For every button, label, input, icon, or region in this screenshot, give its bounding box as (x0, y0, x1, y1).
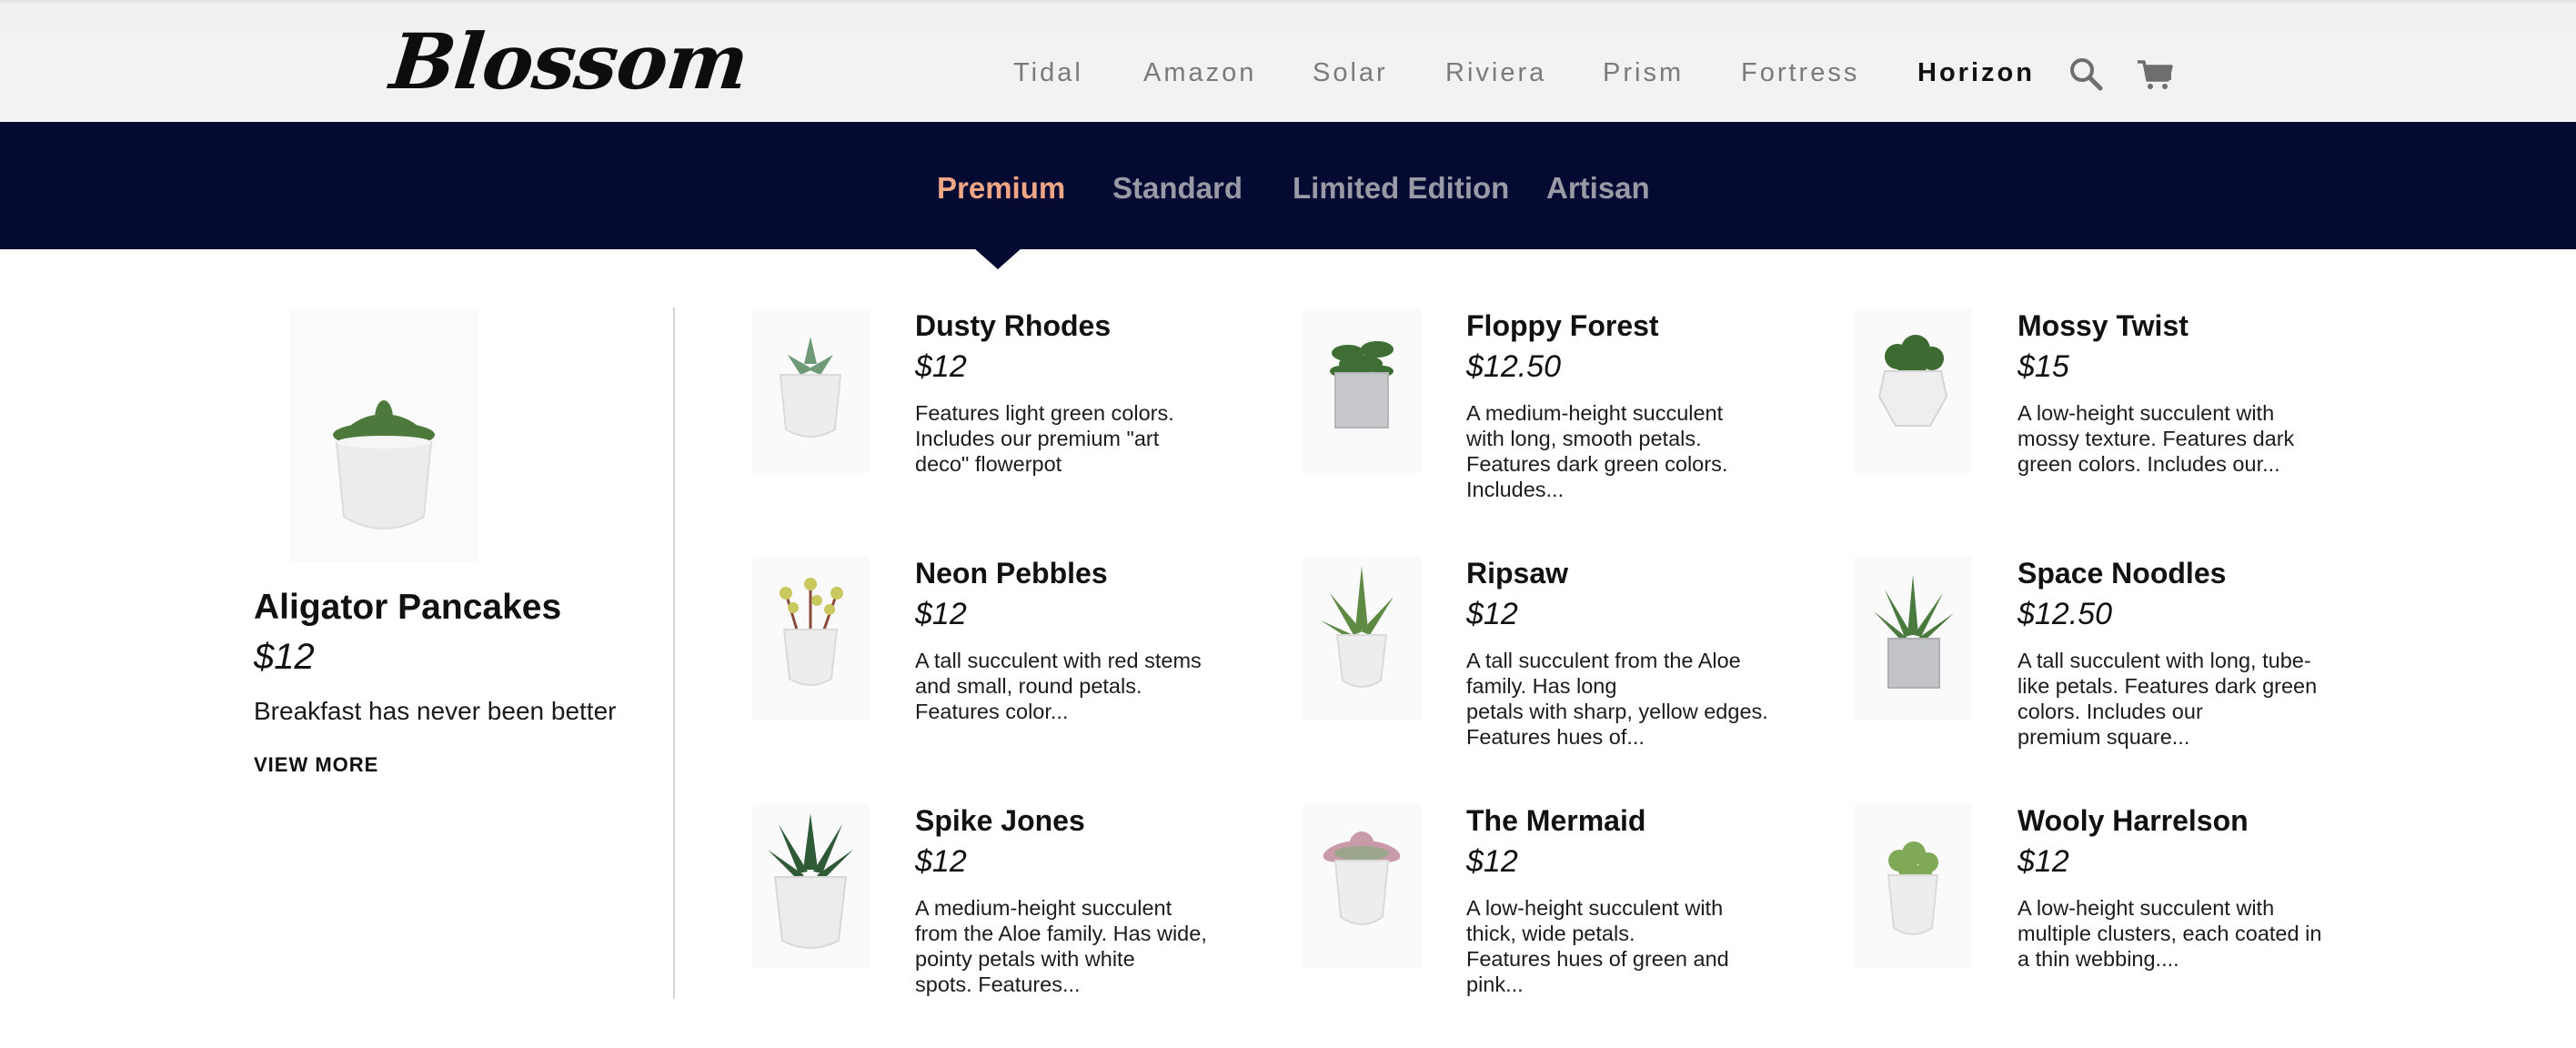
product-description: A tall succulent with red stems and smal… (915, 649, 1202, 723)
product-price: $12.50 (1466, 349, 1561, 384)
product-title[interactable]: Dusty Rhodes (915, 309, 1111, 343)
view-more-link[interactable]: VIEW MORE (254, 753, 378, 777)
product-price: $12 (915, 349, 967, 384)
product-price: $12 (915, 597, 967, 631)
featured-product-price: $12 (254, 637, 315, 677)
product-price: $15 (2018, 349, 2069, 384)
product-image[interactable] (751, 804, 870, 968)
product-card[interactable]: Neon Pebbles $12 A tall succulent with r… (751, 557, 1261, 766)
active-category-indicator (973, 247, 1022, 269)
nav-item-amazon[interactable]: Amazon (1143, 58, 1256, 88)
cart-icon[interactable] (2136, 58, 2174, 91)
product-description: Features light green colors. Includes ou… (915, 401, 1174, 476)
product-image[interactable] (1854, 804, 1972, 968)
featured-product-description: Breakfast has never been better (254, 697, 617, 725)
product-price: $12 (915, 844, 967, 879)
product-card[interactable]: Spike Jones $12 A medium-height succulen… (751, 804, 1261, 1013)
product-image[interactable] (1303, 804, 1421, 968)
product-description: A low-height succulent with multiple clu… (2018, 896, 2322, 971)
product-price: $12 (1466, 844, 1518, 879)
category-standard[interactable]: Standard (1112, 171, 1243, 206)
site-logo[interactable]: Blossom (387, 16, 752, 106)
featured-product-image[interactable] (289, 307, 478, 562)
product-description: A low-height succulent with thick, wide … (1466, 896, 1729, 996)
product-card[interactable]: Wooly Harrelson $12 A low-height succule… (1854, 804, 2363, 1013)
product-title[interactable]: Floppy Forest (1466, 309, 1659, 343)
nav-item-riviera[interactable]: Riviera (1445, 58, 1546, 88)
nav-item-horizon[interactable]: Horizon (1917, 58, 2035, 88)
nav-item-prism[interactable]: Prism (1603, 58, 1684, 88)
product-description: A medium-height succulent from the Aloe … (915, 896, 1207, 996)
product-description: A medium-height succulent with long, smo… (1466, 401, 1728, 501)
product-price: $12 (1466, 597, 1518, 631)
product-title[interactable]: Spike Jones (915, 804, 1085, 838)
product-price: $12 (2018, 844, 2069, 879)
product-title[interactable]: The Mermaid (1466, 804, 1645, 838)
product-image[interactable] (1303, 557, 1421, 720)
product-card[interactable]: Dusty Rhodes $12 Features light green co… (751, 309, 1261, 519)
category-limited-edition[interactable]: Limited Edition (1293, 171, 1509, 206)
product-image[interactable] (1854, 309, 1972, 473)
product-description: A low-height succulent with mossy textur… (2018, 401, 2295, 476)
product-card[interactable]: Space Noodles $12.50 A tall succulent wi… (1854, 557, 2363, 766)
section-divider (673, 307, 675, 999)
product-image[interactable] (751, 557, 870, 720)
product-title[interactable]: Wooly Harrelson (2018, 804, 2249, 838)
search-icon[interactable] (2068, 56, 2105, 93)
product-image[interactable] (1303, 309, 1421, 473)
product-title[interactable]: Ripsaw (1466, 557, 1568, 590)
product-price: $12.50 (2018, 597, 2112, 631)
product-title[interactable]: Space Noodles (2018, 557, 2226, 590)
nav-item-solar[interactable]: Solar (1313, 58, 1388, 88)
product-description: A tall succulent with long, tube- like p… (2018, 649, 2318, 749)
product-title[interactable]: Neon Pebbles (915, 557, 1108, 590)
product-card[interactable]: Mossy Twist $15 A low-height succulent w… (1854, 309, 2363, 519)
nav-item-fortress[interactable]: Fortress (1741, 58, 1859, 88)
product-image[interactable] (751, 309, 870, 473)
category-premium[interactable]: Premium (937, 171, 1065, 206)
product-card[interactable]: The Mermaid $12 A low-height succulent w… (1303, 804, 1812, 1013)
category-bar: Premium Standard Limited Edition Artisan (0, 122, 2576, 249)
category-artisan[interactable]: Artisan (1546, 171, 1650, 206)
featured-product-title[interactable]: Aligator Pancakes (254, 588, 561, 628)
product-card[interactable]: Ripsaw $12 A tall succulent from the Alo… (1303, 557, 1812, 766)
product-description: A tall succulent from the Aloe family. H… (1466, 649, 1768, 749)
product-card[interactable]: Floppy Forest $12.50 A medium-height suc… (1303, 309, 1812, 519)
nav-item-tidal[interactable]: Tidal (1013, 58, 1083, 88)
product-image[interactable] (1854, 557, 1972, 720)
site-header: Blossom Tidal Amazon Solar Riviera Prism… (0, 0, 2576, 122)
product-title[interactable]: Mossy Twist (2018, 309, 2189, 343)
